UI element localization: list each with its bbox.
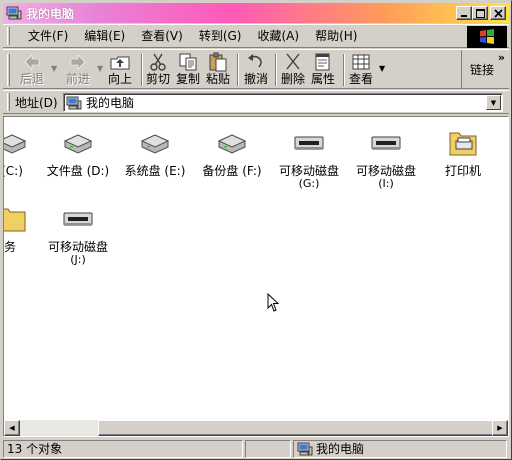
my-computer-icon bbox=[297, 442, 313, 456]
drive-d[interactable]: 文件盘 (D:) bbox=[40, 127, 116, 178]
delete-x-icon bbox=[286, 53, 300, 70]
removable-disk-icon bbox=[63, 212, 93, 226]
chevron-more-icon[interactable]: » bbox=[498, 51, 505, 64]
window-title: 我的电脑 bbox=[26, 6, 75, 21]
status-zone: 我的电脑 bbox=[293, 440, 507, 458]
views-button[interactable]: 查看 bbox=[347, 52, 375, 88]
views-grid-icon bbox=[352, 54, 370, 70]
file-view[interactable]: (C:) 文件盘 (D:) 系统盘 (E:) 备份盘 (F:) 可移动磁盘 (G… bbox=[3, 116, 509, 437]
address-dropdown-button[interactable]: ▼ bbox=[486, 95, 501, 110]
undo-arrow-icon bbox=[248, 54, 262, 68]
up-button[interactable]: 向上 bbox=[105, 52, 135, 88]
maximize-icon bbox=[475, 8, 485, 18]
hard-drive-icon bbox=[217, 134, 247, 154]
hard-drive-icon bbox=[4, 134, 27, 154]
horizontal-scrollbar[interactable]: ◀ ▶ bbox=[4, 420, 508, 436]
copy-button[interactable]: 复制 bbox=[175, 52, 201, 88]
up-folder-icon bbox=[110, 56, 130, 70]
minimize-button[interactable] bbox=[456, 6, 472, 20]
menu-view[interactable]: 查看(V) bbox=[133, 26, 191, 46]
drive-i[interactable]: 可移动磁盘 (I:) bbox=[348, 127, 424, 189]
maximize-button[interactable] bbox=[472, 6, 488, 20]
standard-toolbar: 后退 ▼ 前进 ▼ 向上 剪切 复制 粘贴 撤消 删除 属性 查看 ▼ 链接 » bbox=[3, 49, 509, 89]
toolbar-separator bbox=[141, 54, 143, 86]
arrow-right-icon: ▶ bbox=[497, 424, 503, 432]
forward-dropdown-arrow[interactable]: ▼ bbox=[97, 64, 103, 73]
menu-grip[interactable] bbox=[7, 27, 10, 45]
close-button[interactable] bbox=[490, 6, 506, 20]
paste-button[interactable]: 粘贴 bbox=[205, 52, 231, 88]
address-label: 地址(D) bbox=[15, 95, 58, 110]
forward-arrow-icon bbox=[70, 54, 86, 70]
task-folder-icon bbox=[4, 208, 26, 232]
hard-drive-icon bbox=[140, 134, 170, 154]
toolbar-separator bbox=[237, 54, 239, 86]
close-icon bbox=[493, 8, 503, 18]
my-computer-icon bbox=[66, 96, 82, 109]
my-computer-icon bbox=[6, 6, 22, 20]
toolbar-separator bbox=[275, 54, 277, 86]
removable-disk-icon bbox=[294, 136, 324, 150]
scroll-thumb[interactable] bbox=[98, 420, 494, 436]
minimize-icon bbox=[461, 15, 467, 17]
cut-button[interactable]: 剪切 bbox=[145, 52, 171, 88]
status-empty-panel bbox=[245, 440, 291, 458]
menu-bar: 文件(F) 编辑(E) 查看(V) 转到(G) 收藏(A) 帮助(H) bbox=[3, 24, 509, 48]
views-dropdown-arrow[interactable]: ▼ bbox=[379, 64, 385, 73]
back-dropdown-arrow[interactable]: ▼ bbox=[51, 64, 57, 73]
links-bar[interactable]: 链接 » bbox=[461, 50, 509, 88]
menu-file[interactable]: 文件(F) bbox=[20, 26, 76, 46]
status-object-count: 13 个对象 bbox=[3, 440, 243, 458]
windows-flag-icon bbox=[480, 29, 494, 44]
status-location: 我的电脑 bbox=[316, 442, 365, 456]
delete-button[interactable]: 删除 bbox=[279, 52, 307, 88]
address-bar: 地址(D) 我的电脑 ▼ bbox=[3, 90, 509, 114]
title-bar[interactable]: 我的电脑 bbox=[3, 3, 509, 23]
menu-favorites[interactable]: 收藏(A) bbox=[249, 26, 307, 46]
scroll-left-button[interactable]: ◀ bbox=[4, 420, 20, 436]
printers-folder[interactable]: 打印机 bbox=[425, 127, 501, 178]
drive-g[interactable]: 可移动磁盘 (G:) bbox=[271, 127, 347, 189]
back-button[interactable]: 后退 bbox=[15, 52, 49, 88]
copy-icon bbox=[179, 53, 197, 71]
printer-folder-icon bbox=[449, 132, 477, 156]
links-label: 链接 bbox=[470, 63, 495, 77]
chevron-down-icon: ▼ bbox=[490, 98, 497, 107]
drive-e[interactable]: 系统盘 (E:) bbox=[117, 127, 193, 178]
explorer-window: 我的电脑 文件(F) 编辑(E) 查看(V) 转到(G) 收藏(A) 帮助(H) bbox=[0, 0, 512, 460]
address-value: 我的电脑 bbox=[86, 96, 135, 110]
drive-j[interactable]: 可移动磁盘 (J:) bbox=[40, 203, 116, 265]
menu-go[interactable]: 转到(G) bbox=[191, 26, 250, 46]
hard-drive-icon bbox=[63, 134, 93, 154]
undo-button[interactable]: 撤消 bbox=[241, 52, 271, 88]
properties-button[interactable]: 属性 bbox=[309, 52, 337, 88]
scissors-icon bbox=[150, 53, 166, 71]
address-grip[interactable] bbox=[7, 93, 10, 111]
scroll-right-button[interactable]: ▶ bbox=[492, 420, 508, 436]
menu-help[interactable]: 帮助(H) bbox=[307, 26, 365, 46]
toolbar-separator bbox=[343, 54, 345, 86]
removable-disk-icon bbox=[371, 136, 401, 150]
arrow-left-icon: ◀ bbox=[9, 424, 15, 432]
paste-clipboard-icon bbox=[209, 52, 227, 72]
drive-f[interactable]: 备份盘 (F:) bbox=[194, 127, 270, 178]
back-arrow-icon bbox=[24, 54, 40, 70]
mouse-cursor-icon bbox=[267, 293, 280, 312]
address-field[interactable]: 我的电脑 ▼ bbox=[63, 93, 503, 112]
menu-edit[interactable]: 编辑(E) bbox=[76, 26, 133, 46]
windows-logo bbox=[467, 26, 507, 48]
status-bar: 13 个对象 我的电脑 bbox=[3, 439, 509, 459]
toolbar-grip[interactable] bbox=[7, 54, 10, 86]
properties-icon bbox=[315, 53, 330, 71]
forward-button[interactable]: 前进 bbox=[61, 52, 95, 88]
